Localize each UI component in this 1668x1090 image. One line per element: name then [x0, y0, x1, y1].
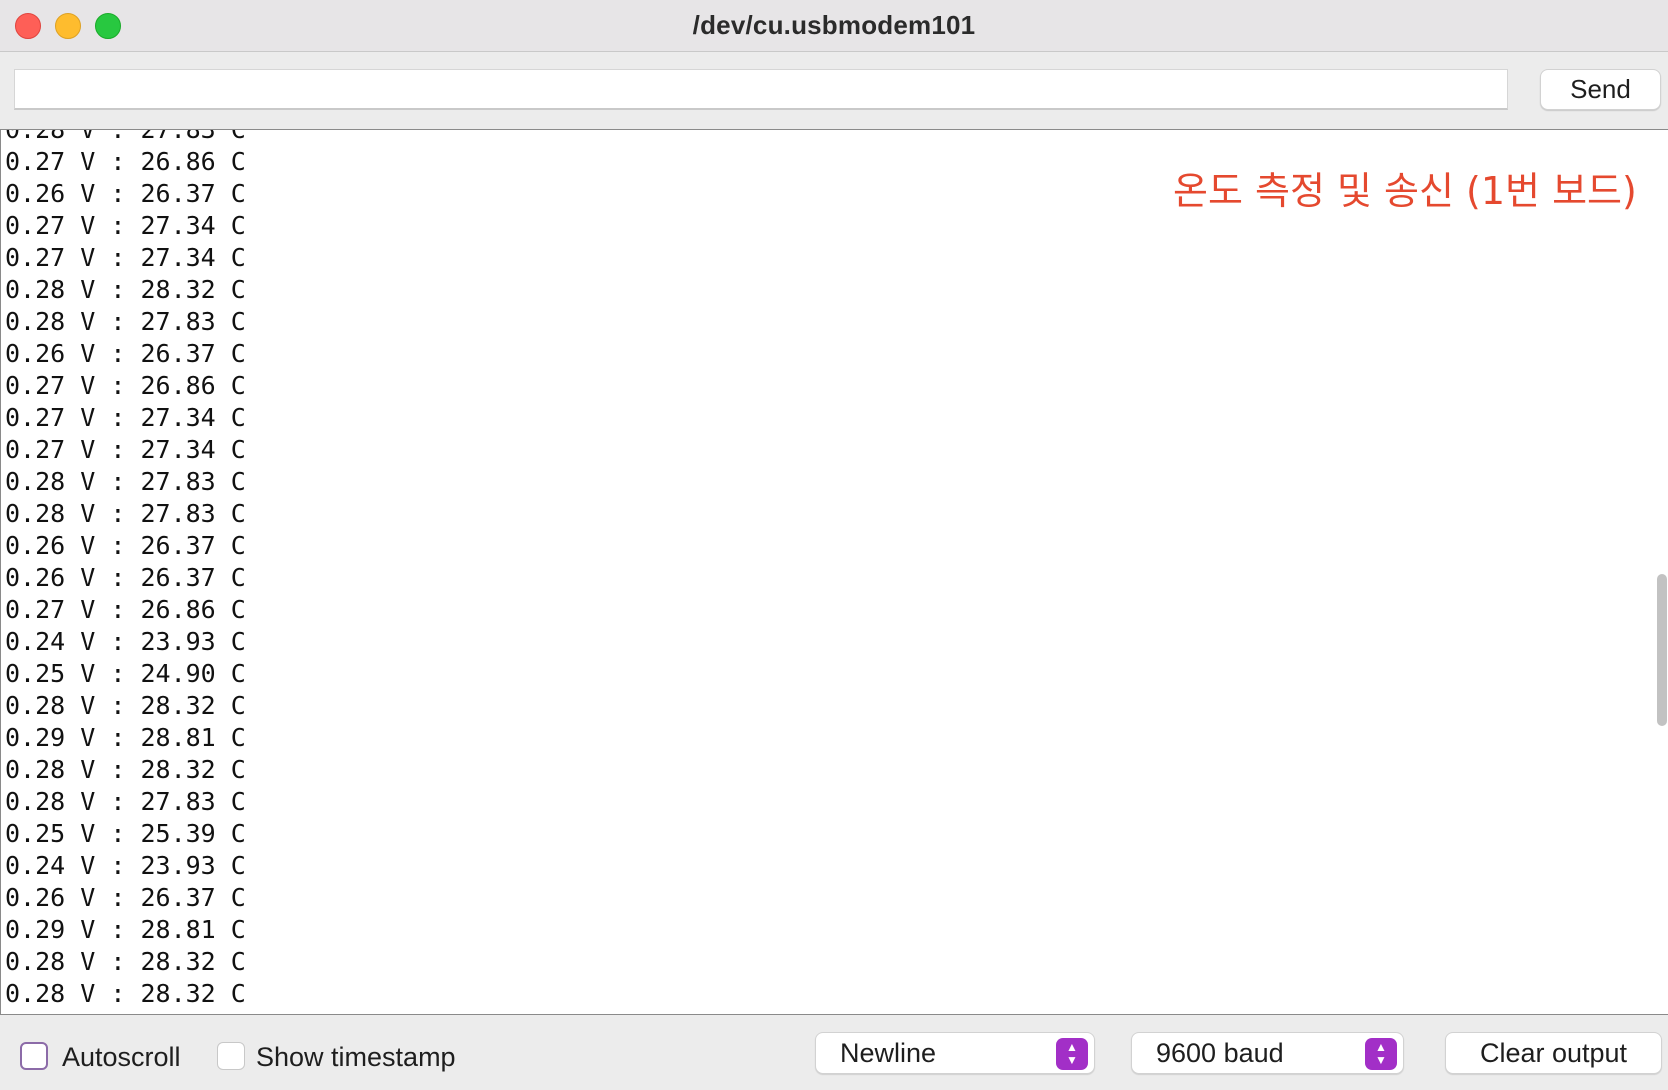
send-toolbar: Send — [0, 52, 1668, 128]
output-line: 0.25 V : 24.90 C — [5, 659, 246, 688]
chevron-up-down-icon: ▲ ▼ — [1056, 1038, 1088, 1070]
chevron-up-down-icon: ▲ ▼ — [1365, 1038, 1397, 1070]
output-line: 0.27 V : 26.86 C — [5, 147, 246, 176]
clear-output-button[interactable]: Clear output — [1445, 1032, 1662, 1074]
output-lines: 0.28 V : 27.83 C 0.27 V : 26.86 C 0.26 V :… — [5, 129, 246, 1010]
output-line: 0.28 V : 27.83 C — [5, 787, 246, 816]
title-bar: /dev/cu.usbmodem101 — [0, 0, 1668, 52]
output-line: 0.28 V : 28.32 C — [5, 755, 246, 784]
output-line: 0.28 V : 27.83 C — [5, 307, 246, 336]
timestamp-label[interactable]: Show timestamp — [256, 1042, 456, 1072]
output-line: 0.28 V : 27.83 C — [5, 499, 246, 528]
output-line: 0.26 V : 26.37 C — [5, 179, 246, 208]
status-bar: Autoscroll Show timestamp Newline ▲ ▼ 960… — [0, 1016, 1668, 1090]
serial-output[interactable]: 0.28 V : 27.83 C 0.27 V : 26.86 C 0.26 V :… — [0, 129, 1668, 1015]
timestamp-checkbox[interactable] — [217, 1042, 245, 1070]
output-line: 0.26 V : 26.37 C — [5, 531, 246, 560]
output-line: 0.27 V : 26.86 C — [5, 371, 246, 400]
output-line: 0.27 V : 27.34 C — [5, 435, 246, 464]
message-input[interactable] — [14, 69, 1508, 110]
scrollbar-thumb[interactable] — [1657, 574, 1667, 726]
output-line: 0.28 V : 27.83 C — [5, 129, 246, 144]
output-line: 0.26 V : 26.37 C — [5, 339, 246, 368]
autoscroll-label[interactable]: Autoscroll — [62, 1042, 181, 1072]
autoscroll-checkbox[interactable] — [20, 1042, 48, 1070]
baud-rate-select[interactable]: 9600 baud ▲ ▼ — [1131, 1032, 1404, 1074]
baud-rate-value: 9600 baud — [1156, 1038, 1284, 1068]
window-title: /dev/cu.usbmodem101 — [692, 10, 976, 40]
output-line: 0.27 V : 26.86 C — [5, 595, 246, 624]
output-line: 0.24 V : 23.93 C — [5, 627, 246, 656]
line-ending-value: Newline — [840, 1038, 937, 1068]
output-line: 0.29 V : 28.81 C — [5, 723, 246, 752]
output-line: 0.25 V : 25.39 C — [5, 819, 246, 848]
output-line: 0.28 V : 28.32 C — [5, 275, 246, 304]
output-line: 0.28 V : 28.32 C — [5, 979, 246, 1008]
output-line: 0.27 V : 27.34 C — [5, 403, 246, 432]
output-line: 0.28 V : 27.83 C — [5, 467, 246, 496]
output-line: 0.27 V : 27.34 C — [5, 243, 246, 272]
output-line: 0.26 V : 26.37 C — [5, 883, 246, 912]
output-line: 0.29 V : 28.81 C — [5, 915, 246, 944]
output-line: 0.26 V : 26.37 C — [5, 563, 246, 592]
output-line: 0.27 V : 27.34 C — [5, 211, 246, 240]
annotation-label: 온도 측정 및 송신 (1번 보드) — [1173, 169, 1637, 213]
output-line: 0.24 V : 23.93 C — [5, 851, 246, 880]
send-button[interactable]: Send — [1540, 69, 1661, 110]
output-line: 0.28 V : 28.32 C — [5, 691, 246, 720]
output-line: 0.28 V : 28.32 C — [5, 947, 246, 976]
line-ending-select[interactable]: Newline ▲ ▼ — [815, 1032, 1095, 1074]
